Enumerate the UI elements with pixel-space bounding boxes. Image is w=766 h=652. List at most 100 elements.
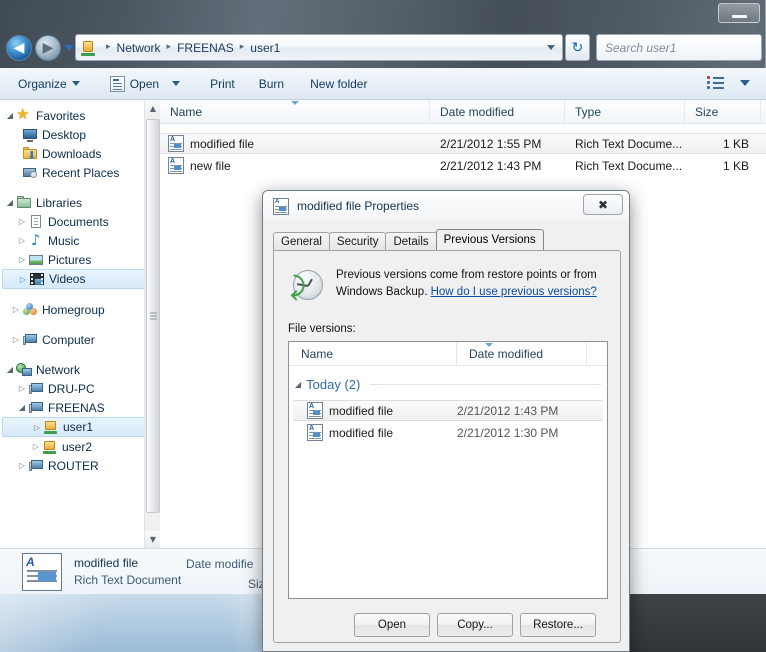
breadcrumb-network[interactable]: Network bbox=[117, 41, 161, 55]
back-button[interactable]: ◀ bbox=[6, 35, 32, 61]
history-dropdown-icon[interactable] bbox=[64, 45, 74, 51]
open-label: Open bbox=[130, 77, 159, 91]
scroll-up-icon[interactable]: ▲ bbox=[145, 100, 161, 117]
expand-triangle-icon[interactable]: ◢ bbox=[4, 365, 16, 374]
collapse-triangle-icon[interactable]: ▷ bbox=[16, 461, 28, 470]
file-versions-list[interactable]: Name Date modified ◢ Today (2) A bbox=[288, 341, 608, 599]
collapse-triangle-icon[interactable]: ▷ bbox=[10, 305, 22, 314]
sidebar-item-documents[interactable]: ▷ Documents bbox=[0, 212, 160, 231]
details-text: modified file Rich Text Document bbox=[74, 556, 181, 587]
document-icon bbox=[28, 214, 44, 230]
expand-triangle-icon[interactable]: ◢ bbox=[16, 403, 28, 412]
properties-dialog: A modified file Properties ✖ General Sec… bbox=[262, 190, 630, 652]
picture-icon bbox=[28, 252, 44, 268]
view-options-chevron-icon[interactable] bbox=[740, 80, 750, 86]
restore-button-label: Restore... bbox=[533, 619, 583, 631]
address-bar[interactable]: ▸ Network ▸ FREENAS ▸ user1 bbox=[75, 34, 563, 61]
versions-group-header[interactable]: ◢ Today (2) bbox=[289, 372, 607, 396]
tab-details[interactable]: Details bbox=[385, 232, 436, 250]
version-date-cell: 2/21/2012 1:43 PM bbox=[457, 404, 597, 418]
versions-column-header-name[interactable]: Name bbox=[289, 342, 457, 366]
sidebar-label-freenas: FREENAS bbox=[48, 401, 105, 415]
dialog-titlebar[interactable]: A modified file Properties ✖ bbox=[263, 191, 630, 221]
file-name-cell: A modified file bbox=[160, 133, 430, 154]
table-row[interactable]: A new file 2/21/2012 1:43 PM Rich Text D… bbox=[160, 155, 766, 176]
version-name-cell: A modified file bbox=[293, 402, 457, 419]
breadcrumb-freenas[interactable]: FREENAS bbox=[177, 41, 234, 55]
breadcrumb-separator-2[interactable]: ▸ bbox=[234, 43, 251, 52]
minimize-button[interactable] bbox=[718, 3, 760, 23]
open-button[interactable]: Open bbox=[100, 71, 190, 97]
breadcrumb-separator-1[interactable]: ▸ bbox=[161, 43, 178, 52]
address-dropdown-icon[interactable] bbox=[547, 45, 555, 50]
collapse-triangle-icon[interactable]: ▷ bbox=[16, 384, 28, 393]
sidebar-group-favorites[interactable]: ◢ Favorites bbox=[0, 106, 160, 125]
column-header-size[interactable]: Size bbox=[685, 100, 761, 124]
sidebar-item-router[interactable]: ▷ ROUTER bbox=[0, 456, 160, 475]
sidebar-group-network[interactable]: ◢ Network bbox=[0, 360, 160, 379]
sidebar-item-recent-places[interactable]: Recent Places bbox=[0, 163, 160, 182]
sidebar-group-libraries[interactable]: ◢ Libraries bbox=[0, 193, 160, 212]
sidebar-spacer bbox=[0, 289, 160, 300]
close-icon[interactable]: ✖ bbox=[583, 194, 623, 215]
sidebar-item-pictures[interactable]: ▷ Pictures bbox=[0, 250, 160, 269]
collapse-triangle-icon[interactable]: ▷ bbox=[10, 335, 22, 344]
sidebar-group-homegroup[interactable]: ▷ Homegroup bbox=[0, 300, 160, 319]
column-header-date-modified[interactable]: Date modified bbox=[430, 100, 565, 124]
change-view-icon[interactable] bbox=[707, 76, 724, 91]
table-row[interactable]: A modified file 2/21/2012 1:55 PM Rich T… bbox=[160, 133, 766, 154]
expand-triangle-icon[interactable]: ◢ bbox=[4, 198, 16, 207]
scrollbar-thumb[interactable] bbox=[146, 119, 160, 513]
tab-label-details: Details bbox=[393, 236, 428, 248]
tab-previous-versions[interactable]: Previous Versions bbox=[436, 229, 544, 250]
open-button-label: Open bbox=[378, 619, 406, 631]
sort-descending-icon bbox=[485, 343, 493, 347]
copy-button[interactable]: Copy... bbox=[437, 613, 513, 637]
group-divider bbox=[370, 384, 601, 385]
sidebar-item-dru-pc[interactable]: ▷ DRU-PC bbox=[0, 379, 160, 398]
expand-triangle-icon[interactable]: ◢ bbox=[295, 380, 301, 389]
collapse-triangle-icon[interactable]: ▷ bbox=[17, 275, 29, 284]
list-item[interactable]: A modified file 2/21/2012 1:30 PM bbox=[289, 422, 607, 443]
scroll-down-icon[interactable]: ▼ bbox=[145, 531, 161, 548]
column-label-type: Type bbox=[575, 105, 601, 119]
collapse-triangle-icon[interactable]: ▷ bbox=[16, 217, 28, 226]
tab-security[interactable]: Security bbox=[329, 232, 387, 250]
tab-general[interactable]: General bbox=[273, 232, 330, 250]
column-label-name: Name bbox=[170, 105, 202, 119]
organize-button[interactable]: Organize bbox=[8, 71, 90, 97]
open-button[interactable]: Open bbox=[354, 613, 430, 637]
back-arrow-icon: ◀ bbox=[14, 41, 25, 55]
sidebar-item-music[interactable]: ▷ Music bbox=[0, 231, 160, 250]
file-name-cell: A new file bbox=[160, 155, 430, 176]
refresh-button[interactable]: ↻ bbox=[565, 34, 590, 61]
previous-versions-help-link[interactable]: How do I use previous versions? bbox=[431, 286, 597, 298]
new-folder-button[interactable]: New folder bbox=[300, 71, 377, 97]
sidebar-item-user2[interactable]: ▷ user2 bbox=[0, 437, 160, 456]
restore-button[interactable]: Restore... bbox=[520, 613, 596, 637]
column-header-name[interactable]: Name bbox=[160, 100, 430, 124]
sidebar-item-desktop[interactable]: Desktop bbox=[0, 125, 160, 144]
collapse-triangle-icon[interactable]: ▷ bbox=[16, 255, 28, 264]
burn-button[interactable]: Burn bbox=[249, 71, 294, 97]
print-button[interactable]: Print bbox=[200, 71, 245, 97]
list-item[interactable]: A modified file 2/21/2012 1:43 PM bbox=[293, 400, 603, 421]
expand-triangle-icon[interactable]: ◢ bbox=[4, 111, 16, 120]
sidebar-item-freenas[interactable]: ◢ FREENAS bbox=[0, 398, 160, 417]
sidebar-item-user1[interactable]: ▷ user1 bbox=[2, 417, 157, 437]
breadcrumb-separator-0[interactable]: ▸ bbox=[100, 43, 117, 52]
breadcrumb-user1[interactable]: user1 bbox=[250, 41, 280, 55]
sidebar-group-computer[interactable]: ▷ Computer bbox=[0, 330, 160, 349]
versions-column-header-date[interactable]: Date modified bbox=[457, 342, 587, 366]
forward-button[interactable]: ▶ bbox=[35, 35, 61, 61]
search-input[interactable]: Search user1 bbox=[596, 34, 762, 61]
navigation-scrollbar[interactable]: ▲ ▼ bbox=[144, 100, 160, 548]
versions-list-header: Name Date modified bbox=[289, 342, 607, 366]
sidebar-item-downloads[interactable]: ⬇ Downloads bbox=[0, 144, 160, 163]
sidebar-item-videos[interactable]: ▷ Videos bbox=[2, 269, 157, 289]
collapse-triangle-icon[interactable]: ▷ bbox=[16, 236, 28, 245]
collapse-triangle-icon[interactable]: ▷ bbox=[30, 442, 42, 451]
collapse-triangle-icon[interactable]: ▷ bbox=[31, 423, 43, 432]
window-titlebar[interactable] bbox=[0, 0, 766, 28]
column-header-type[interactable]: Type bbox=[565, 100, 685, 124]
